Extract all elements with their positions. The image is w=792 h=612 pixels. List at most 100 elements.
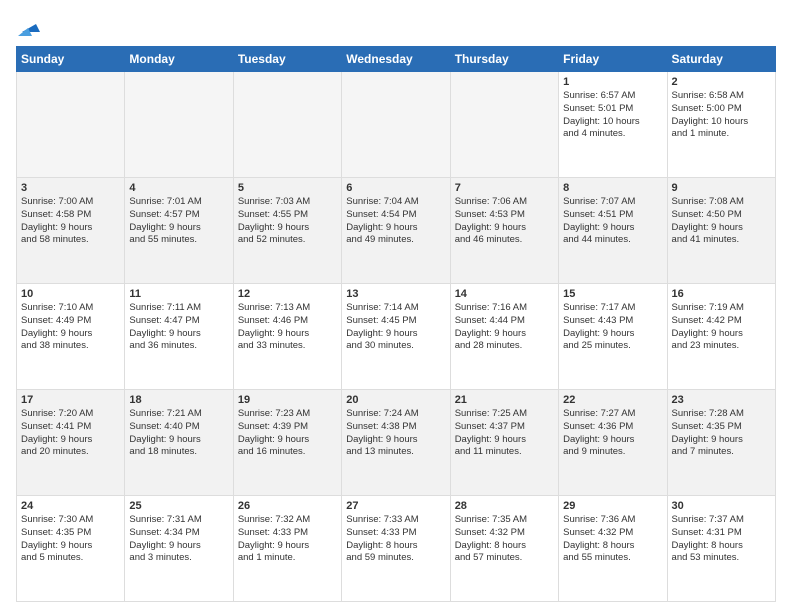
day-number: 12 xyxy=(238,288,337,300)
weekday-tuesday: Tuesday xyxy=(233,47,341,72)
day-number: 27 xyxy=(346,500,445,512)
day-number: 16 xyxy=(672,288,771,300)
calendar-cell: 4Sunrise: 7:01 AM Sunset: 4:57 PM Daylig… xyxy=(125,178,233,284)
day-number: 6 xyxy=(346,182,445,194)
day-number: 10 xyxy=(21,288,120,300)
logo-text xyxy=(16,16,40,36)
calendar-cell: 26 Sunrise: 7:32 AM Sunset: 4:33 PM Dayli… xyxy=(233,496,341,602)
day-info: Sunrise: 7:21 AM Sunset: 4:40 PM Dayligh… xyxy=(129,408,228,459)
day-info: Sunrise: 7:00 AM Sunset: 4:58 PM Dayligh… xyxy=(21,196,120,247)
calendar-cell: 27 Sunrise: 7:33 AM Sunset: 4:33 PM Dayli… xyxy=(342,496,450,602)
weekday-thursday: Thursday xyxy=(450,47,558,72)
calendar-cell: 25 Sunrise: 7:31 AM Sunset: 4:34 PM Dayli… xyxy=(125,496,233,602)
day-info: Sunrise: 7:20 AM Sunset: 4:41 PM Dayligh… xyxy=(21,408,120,459)
calendar-cell: 24 Sunrise: 7:30 AM Sunset: 4:35 PM Dayli… xyxy=(17,496,125,602)
calendar-cell xyxy=(125,72,233,178)
calendar-cell: 1Sunrise: 6:57 AM Sunset: 5:01 PM Daylig… xyxy=(559,72,667,178)
week-row-5: 24 Sunrise: 7:30 AM Sunset: 4:35 PM Dayli… xyxy=(17,496,776,602)
page: SundayMondayTuesdayWednesdayThursdayFrid… xyxy=(0,0,792,612)
day-info: Sunrise: 7:06 AM Sunset: 4:53 PM Dayligh… xyxy=(455,196,554,247)
day-number: 15 xyxy=(563,288,662,300)
day-info: Sunrise: 7:10 AM Sunset: 4:49 PM Dayligh… xyxy=(21,302,120,353)
day-info: Sunrise: 7:27 AM Sunset: 4:36 PM Dayligh… xyxy=(563,408,662,459)
calendar-cell xyxy=(233,72,341,178)
day-number: 22 xyxy=(563,394,662,406)
calendar-cell: 28 Sunrise: 7:35 AM Sunset: 4:32 PM Dayli… xyxy=(450,496,558,602)
day-number: 17 xyxy=(21,394,120,406)
calendar-cell xyxy=(450,72,558,178)
day-info: Sunrise: 7:08 AM Sunset: 4:50 PM Dayligh… xyxy=(672,196,771,247)
calendar-cell: 9 Sunrise: 7:08 AM Sunset: 4:50 PM Daylig… xyxy=(667,178,775,284)
day-number: 4 xyxy=(129,182,228,194)
day-info: Sunrise: 7:23 AM Sunset: 4:39 PM Dayligh… xyxy=(238,408,337,459)
calendar-cell: 12 Sunrise: 7:13 AM Sunset: 4:46 PM Dayli… xyxy=(233,284,341,390)
day-number: 21 xyxy=(455,394,554,406)
calendar-cell xyxy=(342,72,450,178)
day-number: 9 xyxy=(672,182,771,194)
calendar-table: SundayMondayTuesdayWednesdayThursdayFrid… xyxy=(16,46,776,602)
day-number: 20 xyxy=(346,394,445,406)
calendar-cell: 7 Sunrise: 7:06 AM Sunset: 4:53 PM Daylig… xyxy=(450,178,558,284)
calendar-cell: 13Sunrise: 7:14 AM Sunset: 4:45 PM Dayli… xyxy=(342,284,450,390)
calendar-cell: 16 Sunrise: 7:19 AM Sunset: 4:42 PM Dayli… xyxy=(667,284,775,390)
weekday-sunday: Sunday xyxy=(17,47,125,72)
day-number: 24 xyxy=(21,500,120,512)
day-info: Sunrise: 7:30 AM Sunset: 4:35 PM Dayligh… xyxy=(21,514,120,565)
day-number: 11 xyxy=(129,288,228,300)
day-info: Sunrise: 7:33 AM Sunset: 4:33 PM Dayligh… xyxy=(346,514,445,565)
day-number: 26 xyxy=(238,500,337,512)
day-info: Sunrise: 7:03 AM Sunset: 4:55 PM Dayligh… xyxy=(238,196,337,247)
calendar-cell: 3Sunrise: 7:00 AM Sunset: 4:58 PM Daylig… xyxy=(17,178,125,284)
week-row-1: 1Sunrise: 6:57 AM Sunset: 5:01 PM Daylig… xyxy=(17,72,776,178)
logo xyxy=(16,16,40,36)
calendar-cell: 21 Sunrise: 7:25 AM Sunset: 4:37 PM Dayli… xyxy=(450,390,558,496)
day-info: Sunrise: 7:19 AM Sunset: 4:42 PM Dayligh… xyxy=(672,302,771,353)
weekday-saturday: Saturday xyxy=(667,47,775,72)
calendar-cell: 20 Sunrise: 7:24 AM Sunset: 4:38 PM Dayli… xyxy=(342,390,450,496)
week-row-2: 3Sunrise: 7:00 AM Sunset: 4:58 PM Daylig… xyxy=(17,178,776,284)
calendar-cell: 10 Sunrise: 7:10 AM Sunset: 4:49 PM Dayli… xyxy=(17,284,125,390)
calendar-cell: 30Sunrise: 7:37 AM Sunset: 4:31 PM Dayli… xyxy=(667,496,775,602)
day-info: Sunrise: 7:17 AM Sunset: 4:43 PM Dayligh… xyxy=(563,302,662,353)
weekday-friday: Friday xyxy=(559,47,667,72)
day-info: Sunrise: 7:13 AM Sunset: 4:46 PM Dayligh… xyxy=(238,302,337,353)
calendar-cell: 23 Sunrise: 7:28 AM Sunset: 4:35 PM Dayli… xyxy=(667,390,775,496)
day-info: Sunrise: 7:37 AM Sunset: 4:31 PM Dayligh… xyxy=(672,514,771,565)
day-number: 7 xyxy=(455,182,554,194)
day-number: 1 xyxy=(563,76,662,88)
day-info: Sunrise: 7:35 AM Sunset: 4:32 PM Dayligh… xyxy=(455,514,554,565)
day-info: Sunrise: 7:25 AM Sunset: 4:37 PM Dayligh… xyxy=(455,408,554,459)
day-number: 13 xyxy=(346,288,445,300)
header xyxy=(16,16,776,36)
calendar-cell: 29 Sunrise: 7:36 AM Sunset: 4:32 PM Dayli… xyxy=(559,496,667,602)
weekday-header-row: SundayMondayTuesdayWednesdayThursdayFrid… xyxy=(17,47,776,72)
day-info: Sunrise: 7:24 AM Sunset: 4:38 PM Dayligh… xyxy=(346,408,445,459)
day-number: 19 xyxy=(238,394,337,406)
day-info: Sunrise: 6:58 AM Sunset: 5:00 PM Dayligh… xyxy=(672,90,771,141)
day-number: 2 xyxy=(672,76,771,88)
day-number: 25 xyxy=(129,500,228,512)
day-info: Sunrise: 7:11 AM Sunset: 4:47 PM Dayligh… xyxy=(129,302,228,353)
day-number: 28 xyxy=(455,500,554,512)
calendar-cell: 18 Sunrise: 7:21 AM Sunset: 4:40 PM Dayli… xyxy=(125,390,233,496)
calendar-cell: 22 Sunrise: 7:27 AM Sunset: 4:36 PM Dayli… xyxy=(559,390,667,496)
day-info: Sunrise: 7:04 AM Sunset: 4:54 PM Dayligh… xyxy=(346,196,445,247)
day-info: Sunrise: 7:28 AM Sunset: 4:35 PM Dayligh… xyxy=(672,408,771,459)
day-number: 23 xyxy=(672,394,771,406)
calendar-cell: 17 Sunrise: 7:20 AM Sunset: 4:41 PM Dayli… xyxy=(17,390,125,496)
day-info: Sunrise: 7:36 AM Sunset: 4:32 PM Dayligh… xyxy=(563,514,662,565)
day-info: Sunrise: 7:31 AM Sunset: 4:34 PM Dayligh… xyxy=(129,514,228,565)
calendar-cell: 19 Sunrise: 7:23 AM Sunset: 4:39 PM Dayli… xyxy=(233,390,341,496)
day-number: 29 xyxy=(563,500,662,512)
calendar-cell: 5 Sunrise: 7:03 AM Sunset: 4:55 PM Daylig… xyxy=(233,178,341,284)
day-number: 18 xyxy=(129,394,228,406)
day-number: 5 xyxy=(238,182,337,194)
calendar-cell: 6 Sunrise: 7:04 AM Sunset: 4:54 PM Daylig… xyxy=(342,178,450,284)
calendar-cell xyxy=(17,72,125,178)
day-info: Sunrise: 7:16 AM Sunset: 4:44 PM Dayligh… xyxy=(455,302,554,353)
weekday-wednesday: Wednesday xyxy=(342,47,450,72)
day-info: Sunrise: 7:32 AM Sunset: 4:33 PM Dayligh… xyxy=(238,514,337,565)
weekday-monday: Monday xyxy=(125,47,233,72)
calendar-cell: 15 Sunrise: 7:17 AM Sunset: 4:43 PM Dayli… xyxy=(559,284,667,390)
calendar-cell: 2 Sunrise: 6:58 AM Sunset: 5:00 PM Daylig… xyxy=(667,72,775,178)
